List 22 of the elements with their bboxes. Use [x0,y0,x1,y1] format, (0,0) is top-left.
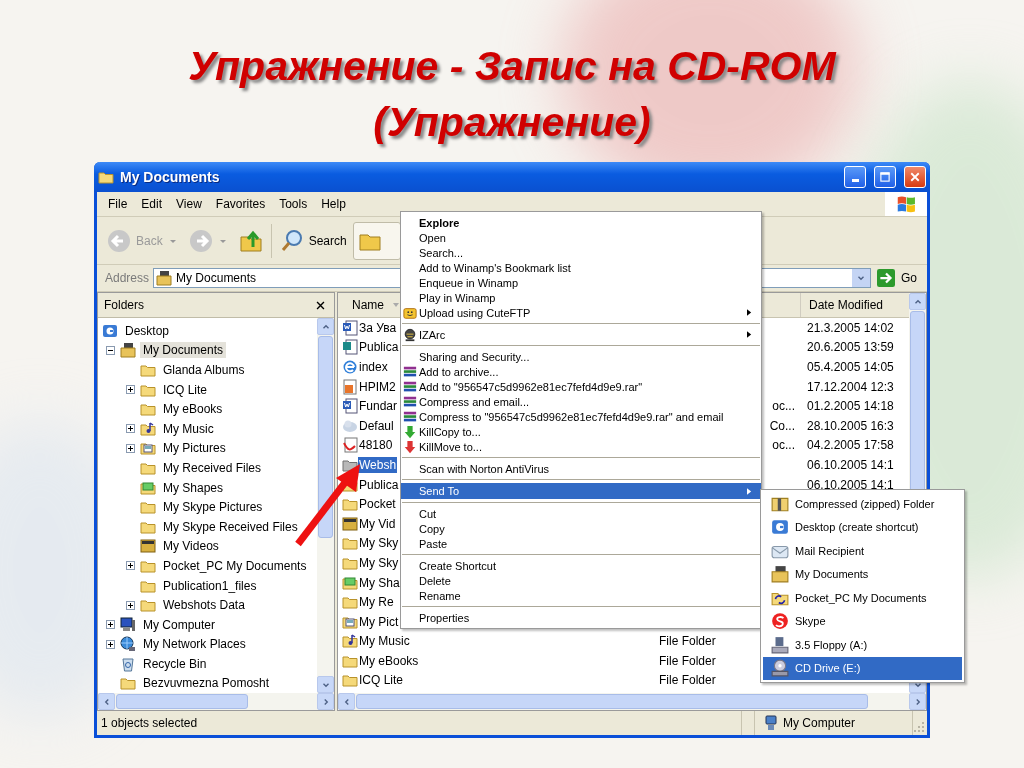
date-modified: 20.6.2005 13:59 [807,340,894,355]
file-type: Co... [769,418,795,433]
date-modified: 28.10.2005 16:3 [807,418,894,433]
slide-title: (Упражнение) [373,98,651,147]
date-modified: 06.10.2005 14:1 [807,477,894,492]
date-modified: 06.10.2005 14:1 [807,457,894,472]
date-modified: 01.2.2005 14:18 [807,399,894,414]
window-title: My Documents [120,169,220,185]
file-type: File Folder [659,634,716,649]
file-type: oc... [772,438,795,453]
date-modified: 17.12.2004 12:3 [807,379,894,394]
date-modified: 04.2.2005 17:58 [807,438,894,453]
status-text: 1 objects selected [97,711,742,735]
status-zone: My Computer [783,716,856,730]
address-label: Address [105,271,150,285]
pane-title: Folders [104,298,144,312]
file-type: File Folder [659,673,716,688]
file-type: File Folder [659,653,716,668]
date-modified: 05.4.2005 14:05 [807,360,894,374]
file-type: oc... [772,399,795,414]
date-modified: 21.3.2005 14:02 [807,320,894,335]
slide-title: Упражнение - Запис на CD-ROM [188,42,836,91]
